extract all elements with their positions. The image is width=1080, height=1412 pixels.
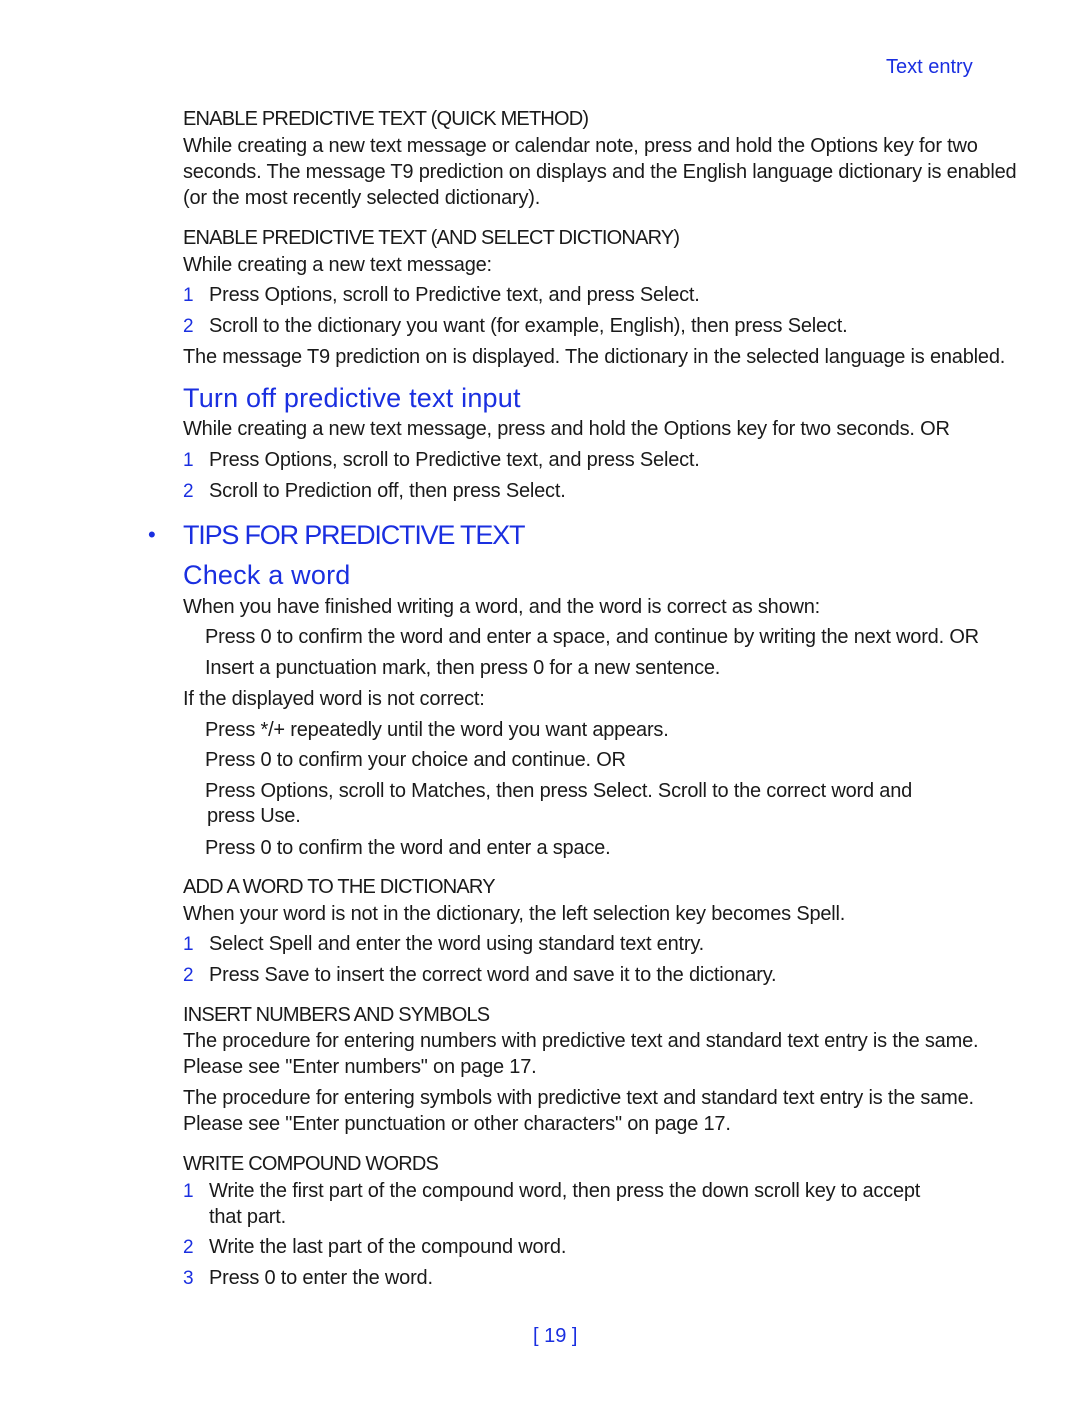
step-text: Press Save to insert the correct word an… [209, 964, 777, 986]
paragraph-line: While creating a new text message or cal… [183, 135, 978, 157]
paragraph-intro: If the displayed word is not correct: [183, 688, 485, 710]
step-text: Write the first part of the compound wor… [209, 1180, 921, 1202]
step-number: 1 [183, 934, 194, 955]
step-number: 1 [183, 285, 194, 306]
paragraph-intro: When your word is not in the dictionary,… [183, 903, 846, 925]
cross-reference-link[interactable]: Please see "Enter numbers" on page 17. [183, 1056, 537, 1079]
step-number: 1 [183, 450, 194, 471]
step-number: 2 [183, 316, 194, 337]
step-number: 3 [183, 1268, 194, 1289]
list-item: Press */+ repeatedly until the word you … [205, 719, 669, 741]
chapter-heading-tips: TIPS FOR PREDICTIVE TEXT [183, 520, 525, 550]
list-item: Press Options, scroll to Matches, then p… [205, 780, 913, 802]
step-number: 1 [183, 1181, 194, 1202]
step-number: 2 [183, 481, 194, 502]
step-text: Press Options, scroll to Predictive text… [209, 284, 700, 306]
step-text: Select Spell and enter the word using st… [209, 933, 704, 955]
bullet-icon: • [148, 522, 156, 547]
list-item: Press 0 to confirm the word and enter a … [205, 626, 979, 648]
paragraph-intro: While creating a new text message, press… [183, 418, 950, 440]
list-item-continuation: press Use. [207, 805, 301, 827]
paragraph-line: The procedure for entering symbols with … [183, 1087, 974, 1109]
list-item: Insert a punctuation mark, then press 0 … [205, 657, 721, 679]
paragraph-outro: The message T9 prediction on is displaye… [183, 346, 1006, 368]
step-text: Press Options, scroll to Predictive text… [209, 449, 700, 471]
subheading-add-word: ADD A WORD TO THE DICTIONARY [183, 876, 496, 898]
paragraph-line: seconds. The message T9 prediction on di… [183, 161, 1017, 183]
subheading-insert-numbers: INSERT NUMBERS AND SYMBOLS [183, 1004, 490, 1026]
paragraph-intro: While creating a new text message: [183, 254, 492, 276]
cross-reference-link[interactable]: Please see "Enter punctuation or other c… [183, 1113, 731, 1136]
step-number: 2 [183, 965, 194, 986]
step-text: Press 0 to enter the word. [209, 1267, 433, 1289]
step-text: Scroll to Prediction off, then press Sel… [209, 480, 566, 502]
step-text: Write the last part of the compound word… [209, 1236, 567, 1258]
subheading-compound-words: WRITE COMPOUND WORDS [183, 1153, 439, 1175]
subheading-quick-method: ENABLE PREDICTIVE TEXT (QUICK METHOD) [183, 108, 589, 130]
section-heading-turn-off: Turn off predictive text input [183, 383, 521, 413]
paragraph-line: (or the most recently selected dictionar… [183, 187, 541, 209]
step-number: 2 [183, 1237, 194, 1258]
list-item: Press 0 to confirm your choice and conti… [205, 749, 626, 771]
page-number: [ 19 ] [533, 1325, 578, 1347]
paragraph-line: The procedure for entering numbers with … [183, 1030, 979, 1052]
step-text-continuation: that part. [209, 1206, 286, 1228]
step-text: Scroll to the dictionary you want (for e… [209, 315, 848, 337]
running-header-section: Text entry [886, 56, 973, 78]
list-item: Press 0 to confirm the word and enter a … [205, 837, 611, 859]
paragraph-intro: When you have finished writing a word, a… [183, 596, 821, 618]
subheading-select-dictionary: ENABLE PREDICTIVE TEXT (AND SELECT DICTI… [183, 227, 680, 249]
section-heading-check-word: Check a word [183, 560, 351, 590]
